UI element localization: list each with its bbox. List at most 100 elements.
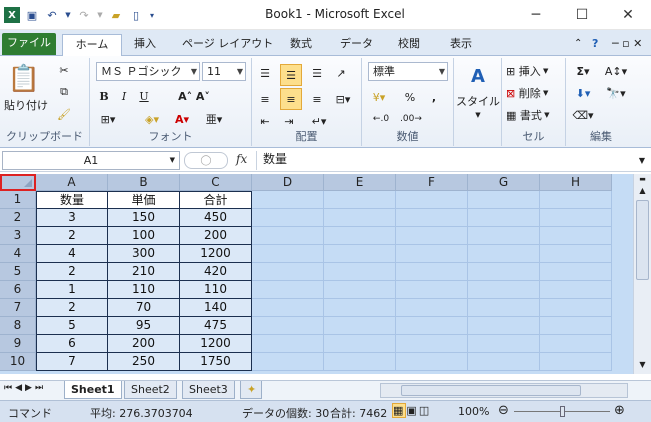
sort-filter-icon[interactable]: A↕▾	[602, 62, 630, 80]
align-bottom-icon[interactable]: ☰	[308, 64, 326, 82]
zoom-level[interactable]: 100%	[458, 405, 489, 418]
column-header-a[interactable]: A	[36, 174, 108, 191]
tab-view[interactable]: 表示	[442, 34, 480, 56]
formula-input[interactable]: 数量	[256, 151, 634, 170]
cell-b5[interactable]: 210	[108, 263, 180, 281]
page-layout-view-icon[interactable]: ▣	[406, 404, 418, 417]
cell-e9[interactable]	[324, 335, 396, 353]
select-all-button[interactable]	[0, 174, 36, 191]
tab-data[interactable]: データ	[332, 34, 381, 56]
cell-f2[interactable]	[396, 209, 468, 227]
tab-page-layout[interactable]: ページ レイアウト	[174, 34, 281, 56]
cell-a6[interactable]: 1	[36, 281, 108, 299]
align-left-icon[interactable]: ≡	[256, 90, 274, 108]
cell-e2[interactable]	[324, 209, 396, 227]
cell-d7[interactable]	[252, 299, 324, 317]
fill-icon[interactable]: ⬇▾	[572, 84, 594, 102]
split-handle-icon[interactable]: ▬	[636, 175, 649, 183]
row-header-7[interactable]: 7	[0, 299, 36, 317]
sheet-nav-icon[interactable]: ⏮◀▶⏭	[4, 383, 46, 393]
cell-h4[interactable]	[540, 245, 612, 263]
row-header-1[interactable]: 1	[0, 191, 36, 209]
cell-e5[interactable]	[324, 263, 396, 281]
styles-dropdown-icon[interactable]: ▼	[472, 110, 484, 120]
cell-b3[interactable]: 100	[108, 227, 180, 245]
number-format-select[interactable]: 標準 ▼	[368, 62, 448, 81]
font-color-icon[interactable]: A▾	[170, 110, 194, 128]
cell-d4[interactable]	[252, 245, 324, 263]
tab-insert[interactable]: 挿入	[126, 34, 164, 56]
cell-g10[interactable]	[468, 353, 540, 371]
column-header-g[interactable]: G	[468, 174, 540, 191]
row-header-10[interactable]: 10	[0, 353, 36, 371]
cell-e3[interactable]	[324, 227, 396, 245]
merge-center-icon[interactable]: ⊟▾	[332, 90, 354, 108]
cell-c5[interactable]: 420	[180, 263, 252, 281]
italic-button[interactable]: I	[116, 88, 132, 104]
currency-icon[interactable]: ¥▾	[368, 88, 390, 106]
column-header-b[interactable]: B	[108, 174, 180, 191]
cell-d3[interactable]	[252, 227, 324, 245]
excel-icon[interactable]: X	[4, 7, 20, 23]
expand-formula-bar-icon[interactable]: ▼	[636, 152, 648, 169]
cell-b10[interactable]: 250	[108, 353, 180, 371]
insert-sheet-icon[interactable]: ✦	[240, 381, 262, 399]
cell-a1[interactable]: 数量	[36, 191, 108, 209]
cell-f3[interactable]	[396, 227, 468, 245]
column-header-e[interactable]: E	[324, 174, 396, 191]
format-painter-icon[interactable]: 🖌	[56, 106, 72, 122]
row-header-2[interactable]: 2	[0, 209, 36, 227]
cell-d10[interactable]	[252, 353, 324, 371]
cell-g7[interactable]	[468, 299, 540, 317]
row-header-4[interactable]: 4	[0, 245, 36, 263]
worksheet-grid[interactable]: A B C D E F G H 1 数量 単価 合計 2 3 150 450 3 2 100 200 4 4 300 1200…	[0, 174, 633, 374]
autosum-icon[interactable]: Σ ▾	[572, 62, 594, 80]
workbook-window-controls-icon[interactable]: ─ ▫ ✕	[604, 34, 650, 56]
cell-g5[interactable]	[468, 263, 540, 281]
phonetic-icon[interactable]: 亜▾	[202, 110, 226, 128]
row-header-9[interactable]: 9	[0, 335, 36, 353]
find-select-icon[interactable]: 🔭▾	[602, 84, 630, 102]
cut-icon[interactable]: ✂	[56, 62, 72, 78]
cell-d6[interactable]	[252, 281, 324, 299]
close-icon[interactable]: ✕	[605, 0, 651, 30]
border-icon[interactable]: ⊞▾	[96, 110, 120, 128]
font-family-select[interactable]: ＭＳ Ｐゴシック ▼	[96, 62, 200, 81]
cell-h8[interactable]	[540, 317, 612, 335]
styles-button-label[interactable]: スタイル	[454, 94, 502, 108]
cell-d9[interactable]	[252, 335, 324, 353]
undo-icon[interactable]: ↶	[44, 7, 60, 23]
styles-icon[interactable]: A	[466, 64, 490, 88]
sheet-tab-2[interactable]: Sheet2	[124, 381, 177, 399]
cell-e10[interactable]	[324, 353, 396, 371]
cell-c2[interactable]: 450	[180, 209, 252, 227]
font-size-grow-shrink-icon[interactable]: A˄ A˅	[178, 88, 210, 104]
open-folder-icon[interactable]: ▰	[108, 7, 124, 23]
cell-e8[interactable]	[324, 317, 396, 335]
cell-b8[interactable]: 95	[108, 317, 180, 335]
cell-g2[interactable]	[468, 209, 540, 227]
align-top-icon[interactable]: ☰	[256, 64, 274, 82]
cell-c3[interactable]: 200	[180, 227, 252, 245]
cell-f4[interactable]	[396, 245, 468, 263]
cell-d1[interactable]	[252, 191, 324, 209]
cell-c8[interactable]: 475	[180, 317, 252, 335]
align-right-icon[interactable]: ≡	[308, 90, 326, 108]
sheet-tab-1[interactable]: Sheet1	[64, 381, 122, 399]
cell-e7[interactable]	[324, 299, 396, 317]
align-center-icon[interactable]: ≡	[280, 88, 302, 110]
insert-cells-button[interactable]: ⊞ 挿入 ▼	[506, 62, 564, 80]
cell-g6[interactable]	[468, 281, 540, 299]
cell-h9[interactable]	[540, 335, 612, 353]
cell-e6[interactable]	[324, 281, 396, 299]
cell-g8[interactable]	[468, 317, 540, 335]
tab-file[interactable]: ファイル	[2, 33, 56, 55]
cell-f7[interactable]	[396, 299, 468, 317]
orientation-icon[interactable]: ↗	[332, 64, 350, 82]
font-size-select[interactable]: 11 ▼	[202, 62, 246, 81]
maximize-icon[interactable]: ☐	[559, 0, 605, 30]
tab-formulas[interactable]: 数式	[282, 34, 320, 56]
cell-c10[interactable]: 1750	[180, 353, 252, 371]
insert-function-icon[interactable]: fx	[236, 152, 247, 166]
percent-button[interactable]: %	[402, 88, 418, 106]
